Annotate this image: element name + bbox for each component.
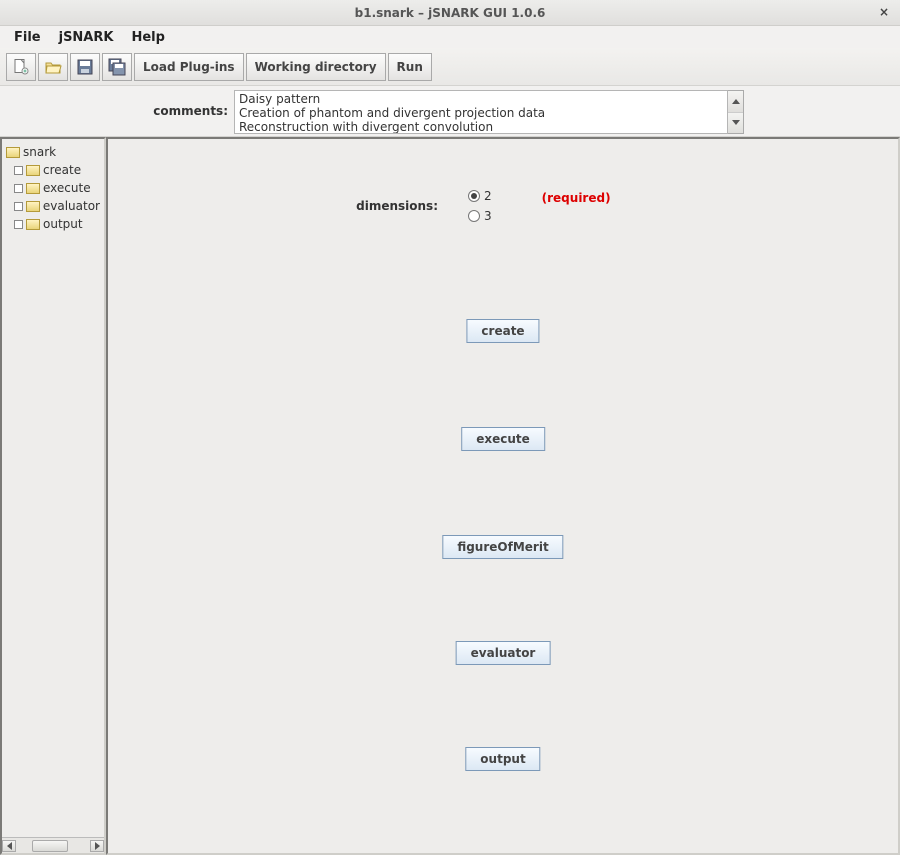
dimensions-row: dimensions: 2 3 (required) bbox=[108, 189, 898, 223]
output-button[interactable]: output bbox=[465, 747, 540, 771]
toolbar: Load Plug-ins Working directory Run bbox=[0, 48, 900, 86]
radio-dim-2[interactable]: 2 bbox=[468, 189, 492, 203]
comments-line: Creation of phantom and divergent projec… bbox=[239, 106, 723, 120]
expand-icon[interactable] bbox=[14, 184, 23, 193]
menu-jsnark[interactable]: jSNARK bbox=[51, 28, 122, 47]
spinner-up-button[interactable] bbox=[728, 91, 743, 113]
save-as-button[interactable] bbox=[102, 53, 132, 81]
spinner-down-button[interactable] bbox=[728, 113, 743, 134]
figure-of-merit-button[interactable]: figureOfMerit bbox=[442, 535, 563, 559]
tree-label: create bbox=[43, 163, 81, 177]
tree-label: output bbox=[43, 217, 83, 231]
tree-panel: snark create execute evaluator bbox=[0, 137, 106, 855]
load-plugins-button[interactable]: Load Plug-ins bbox=[134, 53, 244, 81]
tree-label: execute bbox=[43, 181, 91, 195]
tree-item-evaluator[interactable]: evaluator bbox=[6, 197, 100, 215]
tree-label: evaluator bbox=[43, 199, 100, 213]
comments-field-wrap: Daisy pattern Creation of phantom and di… bbox=[234, 90, 744, 134]
menubar: File jSNARK Help bbox=[0, 26, 900, 48]
save-button[interactable] bbox=[70, 53, 100, 81]
create-button[interactable]: create bbox=[466, 319, 539, 343]
chevron-left-icon bbox=[7, 842, 12, 850]
tree[interactable]: snark create execute evaluator bbox=[2, 139, 104, 837]
menu-file[interactable]: File bbox=[6, 28, 49, 47]
execute-button[interactable]: execute bbox=[461, 427, 545, 451]
run-button[interactable]: Run bbox=[388, 53, 432, 81]
menu-help[interactable]: Help bbox=[123, 28, 172, 47]
scrollbar-thumb[interactable] bbox=[32, 840, 68, 852]
comments-row: comments: Daisy pattern Creation of phan… bbox=[0, 86, 900, 136]
horizontal-scrollbar[interactable] bbox=[2, 837, 104, 853]
scroll-left-button[interactable] bbox=[2, 840, 16, 852]
floppy-as-icon bbox=[108, 58, 126, 76]
tree-item-output[interactable]: output bbox=[6, 215, 100, 233]
chevron-right-icon bbox=[95, 842, 100, 850]
chevron-down-icon bbox=[732, 120, 740, 125]
titlebar: b1.snark – jSNARK GUI 1.0.6 × bbox=[0, 0, 900, 26]
expand-icon[interactable] bbox=[14, 202, 23, 211]
tree-item-create[interactable]: create bbox=[6, 161, 100, 179]
comments-line: Reconstruction with divergent convolutio… bbox=[239, 120, 723, 134]
folder-icon bbox=[26, 183, 40, 194]
open-folder-icon bbox=[44, 58, 62, 76]
comments-line: Daisy pattern bbox=[239, 92, 723, 106]
evaluator-button[interactable]: evaluator bbox=[456, 641, 551, 665]
dimensions-radio-group: 2 3 bbox=[468, 189, 492, 223]
radio-label: 2 bbox=[484, 189, 492, 203]
radio-icon bbox=[468, 190, 480, 202]
working-directory-button[interactable]: Working directory bbox=[246, 53, 386, 81]
expand-icon[interactable] bbox=[14, 166, 23, 175]
open-file-button[interactable] bbox=[38, 53, 68, 81]
folder-icon bbox=[26, 219, 40, 230]
window-root: b1.snark – jSNARK GUI 1.0.6 × File jSNAR… bbox=[0, 0, 900, 855]
folder-icon bbox=[26, 201, 40, 212]
radio-dim-3[interactable]: 3 bbox=[468, 209, 492, 223]
radio-icon bbox=[468, 210, 480, 222]
content-panel: dimensions: 2 3 (required) create execut… bbox=[106, 137, 900, 855]
new-file-button[interactable] bbox=[6, 53, 36, 81]
dimensions-label: dimensions: bbox=[108, 199, 438, 213]
main-area: snark create execute evaluator bbox=[0, 136, 900, 855]
window-title: b1.snark – jSNARK GUI 1.0.6 bbox=[355, 6, 546, 20]
floppy-icon bbox=[76, 58, 94, 76]
new-file-icon bbox=[12, 58, 30, 76]
folder-icon bbox=[26, 165, 40, 176]
folder-icon bbox=[6, 147, 20, 158]
comments-label: comments: bbox=[0, 90, 228, 118]
tree-root[interactable]: snark bbox=[6, 143, 100, 161]
comments-field[interactable]: Daisy pattern Creation of phantom and di… bbox=[234, 90, 728, 134]
comments-spinner bbox=[728, 90, 744, 134]
required-label: (required) bbox=[522, 189, 611, 205]
expand-icon[interactable] bbox=[14, 220, 23, 229]
chevron-up-icon bbox=[732, 99, 740, 104]
tree-label: snark bbox=[23, 145, 56, 159]
scroll-right-button[interactable] bbox=[90, 840, 104, 852]
close-icon[interactable]: × bbox=[876, 4, 892, 20]
radio-label: 3 bbox=[484, 209, 492, 223]
tree-item-execute[interactable]: execute bbox=[6, 179, 100, 197]
